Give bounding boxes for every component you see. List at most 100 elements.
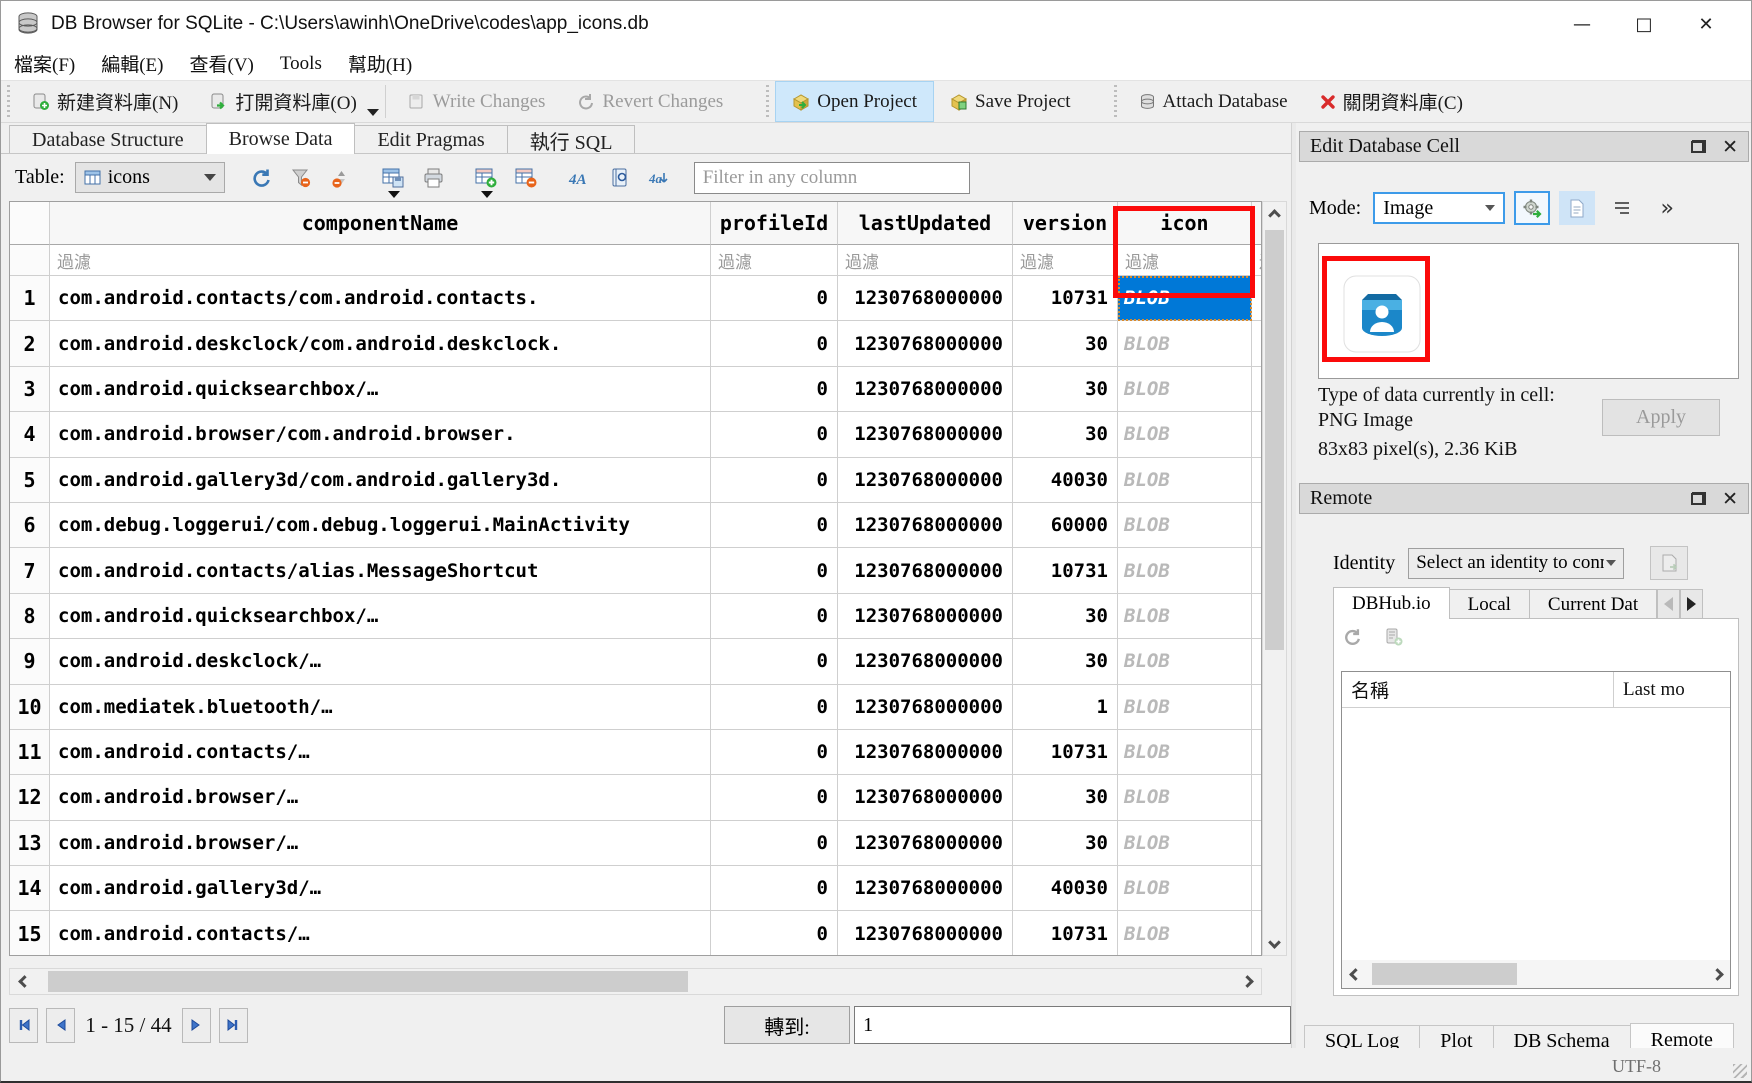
row-number[interactable]: 14 [10,866,50,911]
cell-version[interactable]: 30 [1013,412,1118,457]
cell-lastUpdated[interactable]: 1230768000000 [838,911,1013,956]
cell-lastUpdated[interactable]: 1230768000000 [838,639,1013,684]
cell-icon-blob[interactable]: BLOB [1118,458,1252,503]
cell-extra[interactable] [1252,594,1262,639]
column-header-componentName[interactable]: componentName [50,202,711,245]
cell-componentName[interactable]: com.android.gallery3d/… [50,866,711,911]
cell-componentName[interactable]: com.android.contacts/… [50,730,711,775]
save-results-button[interactable] [374,160,414,196]
cell-version[interactable]: 10731 [1013,730,1118,775]
row-number[interactable]: 3 [10,367,50,412]
remote-tab-dbhub-io[interactable]: DBHub.io [1333,587,1450,619]
cell-componentName[interactable]: com.android.gallery3d/com.android.galler… [50,458,711,503]
dock-close-icon[interactable]: ✕ [1722,136,1738,158]
cell-lastUpdated[interactable]: 1230768000000 [838,412,1013,457]
scroll-left-button[interactable] [10,969,38,994]
cell-profileId[interactable]: 0 [711,548,838,593]
prev-page-button[interactable] [46,1008,75,1043]
row-number[interactable]: 12 [10,775,50,820]
close-button[interactable]: ✕ [1675,1,1737,47]
scroll-right-button[interactable] [1704,960,1730,988]
panel-splitter[interactable] [1291,123,1296,1048]
dock-close-icon[interactable]: ✕ [1722,488,1738,510]
cell-extra[interactable] [1252,730,1262,775]
find-button[interactable] [600,160,640,196]
filter-any-column-input[interactable] [694,162,970,194]
cell-extra[interactable] [1252,821,1262,866]
cell-profileId[interactable]: 0 [711,866,838,911]
scroll-left-button[interactable] [1342,960,1368,988]
row-number[interactable]: 11 [10,730,50,775]
cell-icon-blob[interactable]: BLOB [1118,321,1252,366]
import-data-button[interactable] [1514,191,1550,225]
open-database-button[interactable]: 打開資料庫(O) [194,81,372,122]
last-page-button[interactable] [219,1008,248,1043]
cell-icon-blob[interactable]: BLOB [1118,775,1252,820]
cell-componentName[interactable]: com.android.quicksearchbox/… [50,594,711,639]
next-page-button[interactable] [182,1008,211,1043]
remote-refresh-button[interactable] [1342,627,1362,647]
font-button[interactable]: 4A [560,160,600,196]
cell-lastUpdated[interactable]: 1230768000000 [838,321,1013,366]
cell-profileId[interactable]: 0 [711,276,838,321]
remote-clone-database-button[interactable] [1384,627,1404,647]
table-select[interactable]: icons [75,162,225,193]
cell-componentName[interactable]: com.debug.loggerui/com.debug.loggerui.Ma… [50,503,711,548]
maximize-button[interactable]: □ [1613,1,1675,47]
scroll-down-button[interactable] [1263,929,1286,955]
row-number[interactable]: 6 [10,503,50,548]
cell-version[interactable]: 10731 [1013,911,1118,956]
cell-lastUpdated[interactable]: 1230768000000 [838,685,1013,730]
view-as-document-button[interactable] [1559,191,1595,225]
cell-componentName[interactable]: com.mediatek.bluetooth/… [50,685,711,730]
remote-database-list[interactable]: 名稱 Last mo [1341,671,1731,989]
close-database-button[interactable]: 關閉資料庫(C) [1304,81,1479,122]
cell-extra[interactable] [1252,412,1262,457]
encoding-button[interactable]: 4a [640,160,680,196]
remote-tab-local[interactable]: Local [1449,589,1530,619]
attach-database-button[interactable]: Attach Database [1123,81,1304,122]
import-certificate-button[interactable] [1650,546,1688,580]
cell-icon-blob[interactable]: BLOB [1118,685,1252,730]
cell-version[interactable]: 60000 [1013,503,1118,548]
row-number-header[interactable] [10,202,50,245]
cell-profileId[interactable]: 0 [711,321,838,366]
tab--sql[interactable]: 執行 SQL [507,125,636,154]
cell-profileId[interactable]: 0 [711,821,838,866]
mode-select[interactable]: Image [1373,192,1505,224]
cell-profileId[interactable]: 0 [711,911,838,956]
cell-icon-blob[interactable]: BLOB [1118,866,1252,911]
toolbar-overflow-button[interactable]: » [1649,191,1685,225]
scroll-up-button[interactable] [1263,202,1286,228]
cell-icon-blob[interactable]: BLOB [1118,503,1252,548]
write-changes-button[interactable]: Write Changes [392,81,562,122]
horizontal-scroll-thumb[interactable] [48,971,688,992]
tab-edit-pragmas[interactable]: Edit Pragmas [354,125,507,154]
cell-profileId[interactable]: 0 [711,594,838,639]
dock-float-icon[interactable] [1691,140,1706,153]
apply-button[interactable]: Apply [1602,399,1720,436]
cell-icon-blob[interactable]: BLOB [1118,548,1252,593]
cell-profileId[interactable]: 0 [711,685,838,730]
open-database-dropdown-caret[interactable] [367,109,379,116]
cell-lastUpdated[interactable]: 1230768000000 [838,548,1013,593]
clear-sort-button[interactable] [321,160,361,196]
insert-record-dropdown-caret[interactable] [481,191,493,198]
cell-componentName[interactable]: com.android.browser/… [50,821,711,866]
cell-lastUpdated[interactable]: 1230768000000 [838,821,1013,866]
cell-lastUpdated[interactable]: 1230768000000 [838,276,1013,321]
vertical-scroll-thumb[interactable] [1265,230,1284,650]
cell-icon-blob[interactable]: BLOB [1118,911,1252,956]
title-bar[interactable]: DB Browser for SQLite - C:\Users\awinh\O… [1,1,1751,47]
cell-componentName[interactable]: com.android.contacts/… [50,911,711,956]
delete-record-button[interactable] [507,160,547,196]
cell-version[interactable]: 30 [1013,821,1118,866]
remote-tab-current-dat[interactable]: Current Dat [1529,589,1657,619]
cell-extra[interactable] [1252,775,1262,820]
cell-lastUpdated[interactable]: 1230768000000 [838,458,1013,503]
remote-tabs-scroll-left[interactable] [1657,589,1680,619]
row-number[interactable]: 4 [10,412,50,457]
dock-float-icon[interactable] [1691,492,1706,505]
row-number[interactable]: 1 [10,276,50,321]
row-number[interactable]: 8 [10,594,50,639]
